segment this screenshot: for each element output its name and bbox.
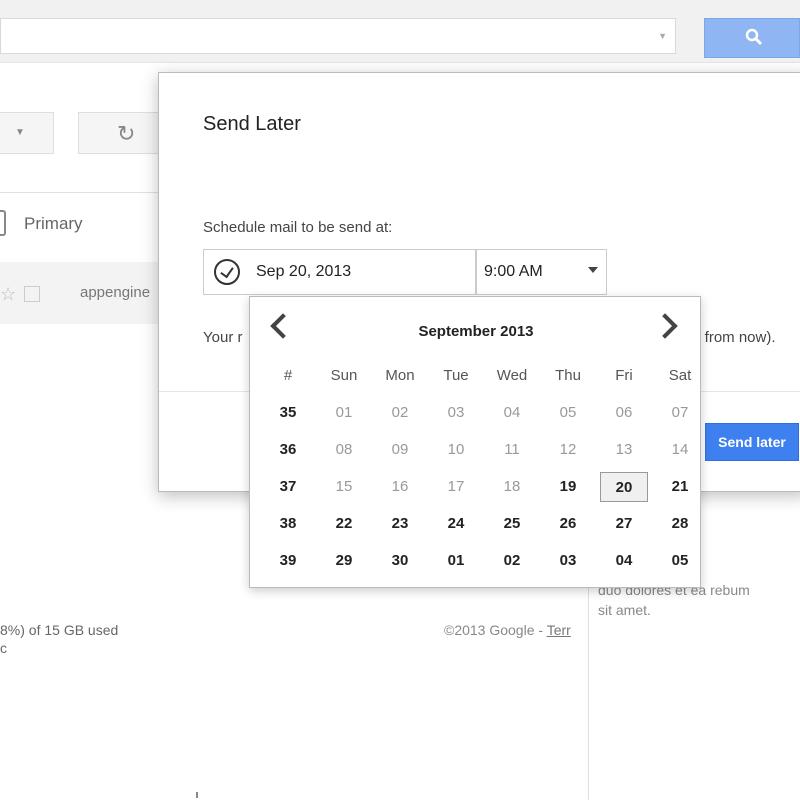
date-field[interactable]: Sep 20, 2013	[203, 249, 477, 295]
calendar-day: 14	[671, 441, 689, 458]
reading-line: sit amet.	[598, 602, 651, 618]
calendar-weekday-header: Mon	[385, 367, 415, 384]
schedule-label: Schedule mail to be send at:	[203, 219, 393, 236]
calendar-day: 01	[335, 404, 353, 421]
storage-usage: 8%) of 15 GB used	[0, 622, 119, 638]
calendar-day: 05	[559, 404, 577, 421]
calendar-day[interactable]: 27	[596, 505, 652, 542]
calendar-header-row: # Sun Mon Tue Wed Thu Fri Sat	[260, 357, 708, 394]
calendar-day[interactable]: 02	[484, 542, 540, 579]
calendar-day: 15	[335, 478, 353, 495]
chevron-down-icon	[588, 267, 598, 273]
email-checkbox[interactable]	[24, 286, 40, 302]
calendar-day: 08	[335, 441, 353, 458]
calendar-day: 09	[391, 441, 409, 458]
footer-terms-link[interactable]: Terr	[547, 622, 571, 638]
clock-icon	[214, 259, 240, 285]
calendar-week-number: 39	[279, 552, 297, 569]
calendar-weekday-header: Tue	[443, 367, 469, 384]
calendar-day[interactable]: 26	[540, 505, 596, 542]
calendar-day: 13	[615, 441, 633, 458]
calendar-weekday-header: Sat	[668, 367, 692, 384]
search-button[interactable]	[704, 18, 800, 58]
calendar-month-title: September 2013	[418, 323, 534, 340]
calendar-week-number: 36	[279, 441, 297, 458]
inbox-icon	[0, 210, 6, 236]
bottom-marker	[196, 792, 198, 798]
select-all-button[interactable]: ▼	[0, 112, 54, 154]
calendar-day[interactable]: 01	[428, 542, 484, 579]
calendar-day-selected[interactable]: 20	[596, 468, 652, 505]
top-bar: ▼	[0, 0, 800, 63]
refresh-icon: ↻	[117, 121, 136, 146]
calendar-day[interactable]: 19	[540, 468, 596, 505]
calendar-week-row: 38 22 23 24 25 26 27 28	[260, 505, 708, 542]
calendar-day: 16	[391, 478, 409, 495]
calendar-day: 03	[447, 404, 465, 421]
calendar-day[interactable]: 25	[484, 505, 540, 542]
chevron-down-icon: ▼	[15, 127, 25, 138]
calendar-week-row: 35 01 02 03 04 05 06 07	[260, 394, 708, 431]
dialog-title: Send Later	[203, 113, 301, 135]
calendar-day[interactable]: 24	[428, 505, 484, 542]
date-value: Sep 20, 2013	[256, 263, 352, 280]
calendar-day[interactable]: 29	[316, 542, 372, 579]
calendar-day[interactable]: 04	[596, 542, 652, 579]
email-sender: appengine	[80, 284, 151, 301]
calendar-week-number: 37	[279, 478, 297, 495]
search-icon	[745, 28, 763, 46]
calendar-day: 18	[503, 478, 521, 495]
refresh-button[interactable]: ↻	[78, 112, 168, 154]
calendar-weekday-header: Sun	[330, 367, 358, 384]
calendar-day[interactable]: 23	[372, 505, 428, 542]
calendar-week-row: 37 15 16 17 18 19 20 21	[260, 468, 708, 505]
time-value: 9:00 AM	[484, 263, 543, 280]
calendar-day[interactable]: 03	[540, 542, 596, 579]
calendar-week-number: 35	[279, 404, 297, 421]
calendar-day: 10	[447, 441, 465, 458]
info-text-start: Your r	[203, 329, 243, 346]
tab-primary-label: Primary	[24, 214, 83, 233]
footer-copyright: ©2013 Google -	[444, 622, 547, 638]
calendar-day[interactable]: 30	[372, 542, 428, 579]
calendar-weekday-header: Wed	[496, 367, 528, 384]
search-input[interactable]: ▼	[0, 18, 676, 54]
calendar-day: 06	[615, 404, 633, 421]
calendar-weekday-header: #	[283, 367, 293, 384]
time-select[interactable]: 9:00 AM	[475, 249, 607, 295]
calendar-week-number: 38	[279, 515, 297, 532]
email-row[interactable]: ☆ appengine	[0, 262, 168, 324]
footer: ©2013 Google - Terr	[444, 622, 571, 638]
info-text-end: s from now).	[693, 329, 776, 346]
calendar-day[interactable]: 28	[652, 505, 708, 542]
calendar-day[interactable]: 22	[316, 505, 372, 542]
tabs-divider	[0, 192, 168, 193]
calendar-week-row: 39 29 30 01 02 03 04 05	[260, 542, 708, 579]
calendar-day: 04	[503, 404, 521, 421]
calendar-day: 11	[504, 441, 520, 458]
calendar-grid: # Sun Mon Tue Wed Thu Fri Sat 35 01 02 03 04 05 06 07 36…	[260, 357, 708, 579]
calendar-day: 12	[559, 441, 577, 458]
date-picker: September 2013 # Sun Mon Tue Wed Thu Fri Sat 35 0…	[249, 296, 701, 588]
calendar-day: 17	[447, 478, 465, 495]
storage-manage: c	[0, 640, 7, 656]
calendar-day[interactable]: 21	[652, 468, 708, 505]
calendar-weekday-header: Fri	[615, 367, 633, 384]
search-options-icon[interactable]: ▼	[658, 31, 667, 41]
calendar-day: 02	[391, 404, 409, 421]
calendar-day: 07	[671, 404, 689, 421]
calendar-day[interactable]: 05	[652, 542, 708, 579]
star-icon[interactable]: ☆	[0, 284, 16, 305]
send-later-button[interactable]: Send later	[705, 423, 799, 461]
tab-primary[interactable]: Primary	[0, 196, 168, 254]
calendar-week-row: 36 08 09 10 11 12 13 14	[260, 431, 708, 468]
calendar-weekday-header: Thu	[555, 367, 581, 384]
